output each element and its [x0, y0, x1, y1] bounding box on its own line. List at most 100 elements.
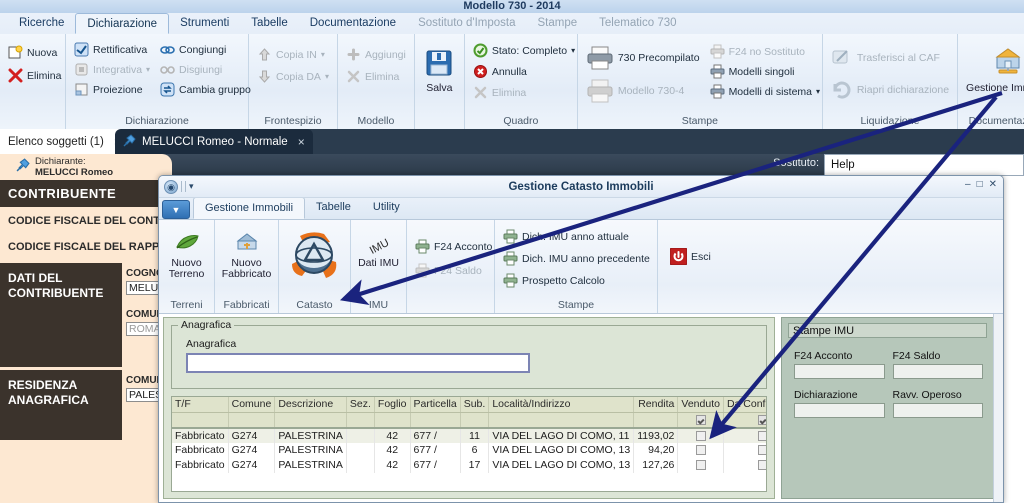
ribbon-tab-dichiarazione[interactable]: Dichiarazione: [75, 13, 170, 34]
dich-imu-anno-precedente-button[interactable]: Dich. IMU anno precedente: [499, 249, 654, 268]
da-confermare-checkbox[interactable]: [757, 460, 766, 471]
modello-730-4-button[interactable]: Modello 730-4: [582, 75, 704, 107]
modelli-singoli-button[interactable]: Modelli singoli: [706, 62, 824, 81]
chevron-down-icon[interactable]: ▾: [189, 181, 194, 192]
filter-comune[interactable]: [228, 412, 276, 429]
annulla-button[interactable]: Annulla: [469, 62, 531, 81]
chevron-down-icon[interactable]: ▾: [321, 50, 325, 59]
document-tab-melucci-romeo[interactable]: MELUCCI Romeo - Normale ×: [115, 129, 313, 154]
dati-imu-button[interactable]: IMU Dati IMU: [355, 231, 402, 269]
cell-venduto[interactable]: [677, 427, 724, 443]
close-icon[interactable]: ×: [298, 135, 305, 149]
sostituto-field[interactable]: Help: [824, 154, 1024, 176]
col-indirizzo[interactable]: Località/Indirizzo: [488, 397, 635, 413]
chevron-down-icon[interactable]: ▾: [571, 46, 575, 55]
document-tab-elenco-soggetti[interactable]: Elenco soggetti (1) ×: [0, 129, 129, 154]
aggiungi-button[interactable]: Aggiungi: [342, 45, 410, 64]
filter-venduto[interactable]: [677, 412, 724, 429]
copia-in-button[interactable]: Copia IN ▾: [253, 45, 329, 64]
nuovo-fabbricato-button[interactable]: Nuovo Fabbricato: [219, 228, 274, 280]
col-descrizione[interactable]: Descrizione: [274, 397, 347, 413]
stampe-imu-input-dichiarazione[interactable]: [794, 403, 885, 418]
table-row[interactable]: Fabbricato G274 PALESTRINA 42 677 / 17 V…: [172, 457, 766, 473]
proiezione-button[interactable]: Proiezione: [70, 80, 154, 99]
nuova-button[interactable]: Nuova: [4, 43, 61, 62]
ribbon-tab-stampe[interactable]: Stampe: [527, 13, 589, 34]
stampe-imu-input-ravv-operoso[interactable]: [892, 403, 983, 418]
table-row[interactable]: Fabbricato G274 PALESTRINA 42 677 / 6 VI…: [172, 442, 766, 458]
riapri-dichiarazione-button[interactable]: Riapri dichiarazione: [827, 77, 953, 103]
col-sez[interactable]: Sez.: [346, 397, 375, 413]
declarer-chip[interactable]: Dichiarante: MELUCCI Romeo: [0, 154, 172, 180]
da-confermare-checkbox[interactable]: [757, 430, 766, 441]
filter-da-confermare[interactable]: [723, 412, 766, 429]
minimize-icon[interactable]: –: [965, 179, 971, 191]
filter-particella[interactable]: [410, 412, 461, 429]
da-confermare-filter-checkbox[interactable]: [757, 414, 766, 425]
col-comune[interactable]: Comune: [228, 397, 276, 413]
filter-sub[interactable]: [460, 412, 490, 429]
congiungi-button[interactable]: Congiungi: [156, 40, 255, 59]
trasferisci-al-caf-button[interactable]: Trasferisci al CAF: [827, 45, 944, 71]
table-row[interactable]: Fabbricato G274 PALESTRINA 42 677 / 11 V…: [172, 427, 766, 443]
filter-tf[interactable]: [172, 412, 229, 429]
col-particella[interactable]: Particella: [410, 397, 461, 413]
modello-elimina-button[interactable]: Elimina: [342, 67, 403, 86]
ribbon-tab-telematico-730[interactable]: Telematico 730: [588, 13, 687, 34]
col-sub[interactable]: Sub.: [460, 397, 490, 413]
catasto-button[interactable]: [286, 225, 344, 285]
col-venduto[interactable]: Venduto: [677, 397, 724, 413]
disgiungi-button[interactable]: Disgiungi: [156, 60, 255, 79]
chevron-down-icon[interactable]: ▾: [325, 72, 329, 81]
rettificativa-button[interactable]: Rettificativa: [70, 40, 154, 59]
salva-button[interactable]: Salva: [419, 45, 460, 94]
filter-indirizzo[interactable]: [488, 412, 635, 429]
immobili-table-container[interactable]: T/F Comune Descrizione Sez. Foglio Parti…: [171, 396, 767, 492]
ribbon-tab-documentazione[interactable]: Documentazione: [299, 13, 407, 34]
venduto-checkbox[interactable]: [695, 445, 706, 456]
f24-saldo-button[interactable]: F24 Saldo: [411, 261, 486, 280]
730-precompilato-button[interactable]: 730 Precompilato: [582, 42, 704, 74]
ribbon-tab-strumenti[interactable]: Strumenti: [169, 13, 240, 34]
ribbon-tab-sostituto-imposta[interactable]: Sostituto d'Imposta: [407, 13, 526, 34]
ribbon-tab-tabelle[interactable]: Tabelle: [240, 13, 298, 34]
copia-da-button[interactable]: Copia DA ▾: [253, 67, 333, 86]
dialog-tab-gestione-immobili[interactable]: Gestione Immobili: [193, 197, 306, 219]
filter-rendita[interactable]: [633, 412, 679, 429]
dialog-app-menu-button[interactable]: ▼: [162, 200, 190, 219]
dialog-title-bar[interactable]: ◉ ▾ Gestione Catasto Immobili – □ ✕: [159, 176, 1003, 198]
stampe-imu-input-f24-saldo[interactable]: [892, 364, 983, 379]
stampe-imu-input-f24-acconto[interactable]: [794, 364, 885, 379]
esci-button[interactable]: Esci: [666, 247, 715, 266]
venduto-filter-checkbox[interactable]: [695, 414, 706, 425]
dich-imu-anno-attuale-button[interactable]: Dich. IMU anno attuale: [499, 227, 633, 246]
col-foglio[interactable]: Foglio: [374, 397, 411, 413]
ribbon-tab-ricerche[interactable]: Ricerche: [8, 13, 75, 34]
maximize-icon[interactable]: □: [977, 179, 983, 191]
venduto-checkbox[interactable]: [695, 430, 706, 441]
col-tf[interactable]: T/F: [172, 397, 229, 413]
nuovo-terreno-button[interactable]: Nuovo Terreno: [163, 228, 210, 280]
f24-no-sostituto-button[interactable]: F24 no Sostituto: [706, 42, 824, 61]
f24-acconto-button[interactable]: F24 Acconto: [411, 237, 496, 256]
quadro-elimina-button[interactable]: Elimina: [469, 83, 530, 102]
close-icon[interactable]: ✕: [989, 179, 997, 191]
venduto-checkbox[interactable]: [695, 460, 706, 471]
chevron-down-icon[interactable]: ▾: [146, 65, 150, 74]
cell-da-confermare[interactable]: [723, 442, 766, 458]
filter-foglio[interactable]: [374, 412, 411, 429]
dialog-vertical-scrollbar[interactable]: [993, 314, 1003, 502]
elimina-button[interactable]: Elimina: [4, 66, 65, 85]
dialog-tab-utility[interactable]: Utility: [362, 197, 411, 219]
cell-da-confermare[interactable]: [723, 427, 766, 443]
cell-da-confermare[interactable]: [723, 457, 766, 473]
cell-venduto[interactable]: [677, 457, 724, 473]
filter-sez[interactable]: [346, 412, 375, 429]
col-da-confermare[interactable]: Da Confermare: [723, 397, 766, 413]
dialog-tab-tabelle[interactable]: Tabelle: [305, 197, 362, 219]
anagrafica-input[interactable]: [186, 353, 530, 373]
prospetto-calcolo-button[interactable]: Prospetto Calcolo: [499, 271, 609, 290]
integrativa-button[interactable]: Integrativa ▾: [70, 60, 154, 79]
app-orb-icon[interactable]: ◉: [164, 179, 178, 194]
modelli-di-sistema-button[interactable]: Modelli di sistema ▾: [706, 82, 824, 101]
